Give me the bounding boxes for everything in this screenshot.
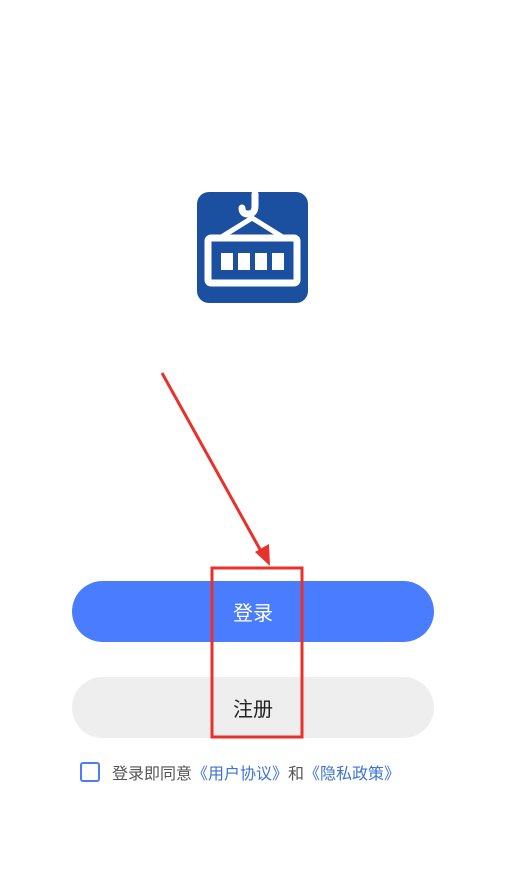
annotation-arrow-head <box>255 544 270 566</box>
register-button[interactable]: 注册 <box>72 677 434 738</box>
login-button-label: 登录 <box>233 601 273 625</box>
annotation-arrow-line <box>160 372 264 554</box>
privacy-policy-link[interactable]: 《隐私政策》 <box>304 760 400 784</box>
agreement-row: 登录即同意 《用户协议》 和 《隐私政策》 <box>80 758 400 786</box>
agreement-checkbox[interactable] <box>80 762 100 782</box>
agreement-prefix: 登录即同意 <box>112 764 193 783</box>
user-agreement-link[interactable]: 《用户协议》 <box>192 760 288 784</box>
agreement-conjunction: 和 <box>288 764 305 783</box>
app-logo <box>197 192 308 303</box>
crane-container-icon <box>204 192 301 287</box>
register-button-label: 注册 <box>233 697 273 721</box>
login-button[interactable]: 登录 <box>72 581 434 642</box>
